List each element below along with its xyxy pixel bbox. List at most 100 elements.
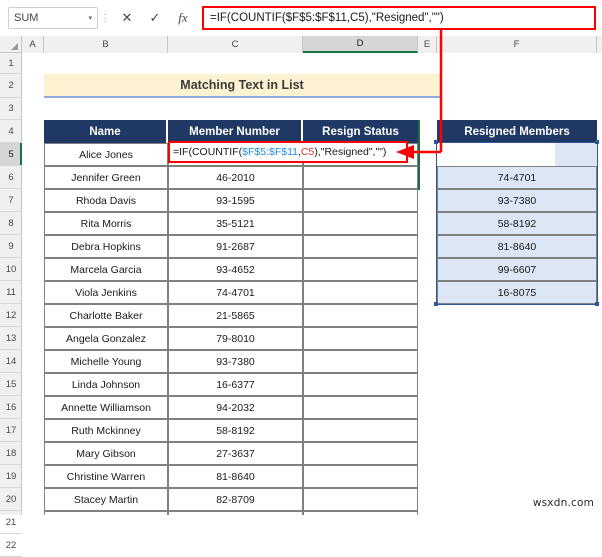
resign-status-cell[interactable] xyxy=(303,373,418,396)
row-header-12[interactable]: 12 xyxy=(0,304,22,327)
selection-handle-tl[interactable] xyxy=(434,140,438,144)
row-header-11[interactable]: 11 xyxy=(0,281,22,304)
formula-input[interactable]: =IF(COUNTIF($F$5:$F$11,C5),"Resigned",""… xyxy=(202,6,596,30)
member-number-cell[interactable]: 16-6377 xyxy=(168,373,303,396)
resigned-member-cell[interactable]: 74-4701 xyxy=(437,166,597,189)
column-header-b[interactable]: B xyxy=(44,36,168,53)
column-header-a[interactable]: A xyxy=(22,36,44,53)
member-number-cell[interactable]: 81-8640 xyxy=(168,465,303,488)
column-header-e[interactable]: E xyxy=(418,36,437,53)
resign-status-cell[interactable] xyxy=(303,304,418,327)
resign-status-cell[interactable] xyxy=(303,396,418,419)
table-row[interactable]: Rita Morris xyxy=(44,212,168,235)
table-row[interactable]: Marcela Garcia xyxy=(44,258,168,281)
column-header-c[interactable]: C xyxy=(168,36,303,53)
resign-status-cell[interactable] xyxy=(303,212,418,235)
resign-status-cell[interactable] xyxy=(303,465,418,488)
table-row[interactable]: Ruth Mckinney xyxy=(44,419,168,442)
resign-status-cell[interactable] xyxy=(303,442,418,465)
row-header-20[interactable]: 20 xyxy=(0,488,22,511)
row-header-5[interactable]: 5 xyxy=(0,143,22,166)
member-number-cell[interactable]: 94-2032 xyxy=(168,396,303,419)
member-number-cell[interactable]: 58-8192 xyxy=(168,419,303,442)
row-header-3[interactable]: 3 xyxy=(0,98,22,120)
row-header-10[interactable]: 10 xyxy=(0,258,22,281)
member-number-cell[interactable]: 27-3637 xyxy=(168,442,303,465)
member-number-cell[interactable]: 99-6607 xyxy=(168,511,303,515)
resigned-member-cell[interactable]: 99-6607 xyxy=(437,258,597,281)
select-all-corner[interactable] xyxy=(0,36,22,53)
table-row[interactable]: Charlotte Baker xyxy=(44,304,168,327)
selection-handle-tr[interactable] xyxy=(595,140,599,144)
row-header-18[interactable]: 18 xyxy=(0,442,22,465)
selection-handle-bl[interactable] xyxy=(434,302,438,306)
insert-function-icon[interactable]: fx xyxy=(170,7,196,29)
member-number-cell[interactable]: 82-8709 xyxy=(168,488,303,511)
table-row[interactable]: Stacey Martin xyxy=(44,488,168,511)
resign-status-cell[interactable] xyxy=(303,166,418,189)
row-header-17[interactable]: 17 xyxy=(0,419,22,442)
row-header-16[interactable]: 16 xyxy=(0,396,22,419)
member-number-cell[interactable]: 93-1595 xyxy=(168,189,303,212)
resigned-member-cell[interactable]: 58-8192 xyxy=(437,212,597,235)
resign-status-cell[interactable] xyxy=(303,511,418,515)
table-row[interactable]: Viola Jenkins xyxy=(44,281,168,304)
worksheet-grid[interactable]: Matching Text in List Name Member Number… xyxy=(22,53,602,515)
row-header-9[interactable]: 9 xyxy=(0,235,22,258)
resign-status-cell[interactable] xyxy=(303,258,418,281)
row-header-19[interactable]: 19 xyxy=(0,465,22,488)
member-number-cell[interactable]: 93-7380 xyxy=(168,350,303,373)
table-row[interactable]: Linda Johnson xyxy=(44,373,168,396)
selection-handle-br[interactable] xyxy=(595,302,599,306)
row-header-4[interactable]: 4 xyxy=(0,120,22,143)
cell-editor-d5[interactable]: =IF(COUNTIF($F$5:$F$11,C5),"Resigned",""… xyxy=(168,141,408,163)
row-header-2[interactable]: 2 xyxy=(0,74,22,98)
table-row[interactable]: Annette Williamson xyxy=(44,396,168,419)
member-number-cell[interactable]: 35-5121 xyxy=(168,212,303,235)
chevron-down-icon[interactable]: ▾ xyxy=(88,15,92,22)
resign-status-cell[interactable] xyxy=(303,327,418,350)
table-row[interactable]: Rhoda Davis xyxy=(44,189,168,212)
member-number-cell[interactable]: 91-2687 xyxy=(168,235,303,258)
member-number-cell[interactable]: 74-4701 xyxy=(168,281,303,304)
member-number-cell[interactable]: 93-4652 xyxy=(168,258,303,281)
formula-prefix: =IF(COUNTIF( xyxy=(173,146,242,158)
resign-status-cell[interactable] xyxy=(303,189,418,212)
resign-status-cell[interactable] xyxy=(303,281,418,304)
resign-status-cell[interactable] xyxy=(303,488,418,511)
member-number-cell[interactable]: 46-2010 xyxy=(168,166,303,189)
more-options-icon[interactable]: ⋮ xyxy=(98,14,112,23)
row-header-7[interactable]: 7 xyxy=(0,189,22,212)
row-header-22[interactable]: 22 xyxy=(0,534,22,557)
column-header-f[interactable]: F xyxy=(437,36,597,53)
table-row[interactable]: Debra Hopkins xyxy=(44,235,168,258)
table-row[interactable]: Angela Gonzalez xyxy=(44,327,168,350)
member-number-cell[interactable]: 21-5865 xyxy=(168,304,303,327)
resigned-member-cell[interactable]: 16-8075 xyxy=(437,281,597,304)
row-header-14[interactable]: 14 xyxy=(0,350,22,373)
table-row[interactable]: Mary Gibson xyxy=(44,442,168,465)
resigned-member-cell[interactable]: 81-8640 xyxy=(437,235,597,258)
table-row[interactable]: Michelle Young xyxy=(44,350,168,373)
row-header-21[interactable]: 21 xyxy=(0,511,22,534)
resigned-member-cell[interactable]: 93-7380 xyxy=(437,189,597,212)
name-box[interactable]: SUM ▾ xyxy=(8,7,98,29)
column-header-d[interactable]: D xyxy=(303,36,418,53)
row-header-1[interactable]: 1 xyxy=(0,53,22,74)
table-row[interactable]: Christine Warren xyxy=(44,465,168,488)
cancel-icon[interactable]: ✕ xyxy=(114,7,140,29)
table-row[interactable]: Shirley Clarke xyxy=(44,511,168,515)
resigned-member-cell[interactable] xyxy=(437,143,555,166)
table-row[interactable]: Jennifer Green xyxy=(44,166,168,189)
row-header-13[interactable]: 13 xyxy=(0,327,22,350)
table-row[interactable]: Alice Jones xyxy=(44,143,168,166)
confirm-icon[interactable]: ✓ xyxy=(142,7,168,29)
member-number-cell[interactable]: 79-8010 xyxy=(168,327,303,350)
resigned-member-cell-tint[interactable] xyxy=(555,143,597,166)
row-header-8[interactable]: 8 xyxy=(0,212,22,235)
row-header-6[interactable]: 6 xyxy=(0,166,22,189)
row-header-15[interactable]: 15 xyxy=(0,373,22,396)
resign-status-cell[interactable] xyxy=(303,235,418,258)
resign-status-cell[interactable] xyxy=(303,419,418,442)
resign-status-cell[interactable] xyxy=(303,350,418,373)
